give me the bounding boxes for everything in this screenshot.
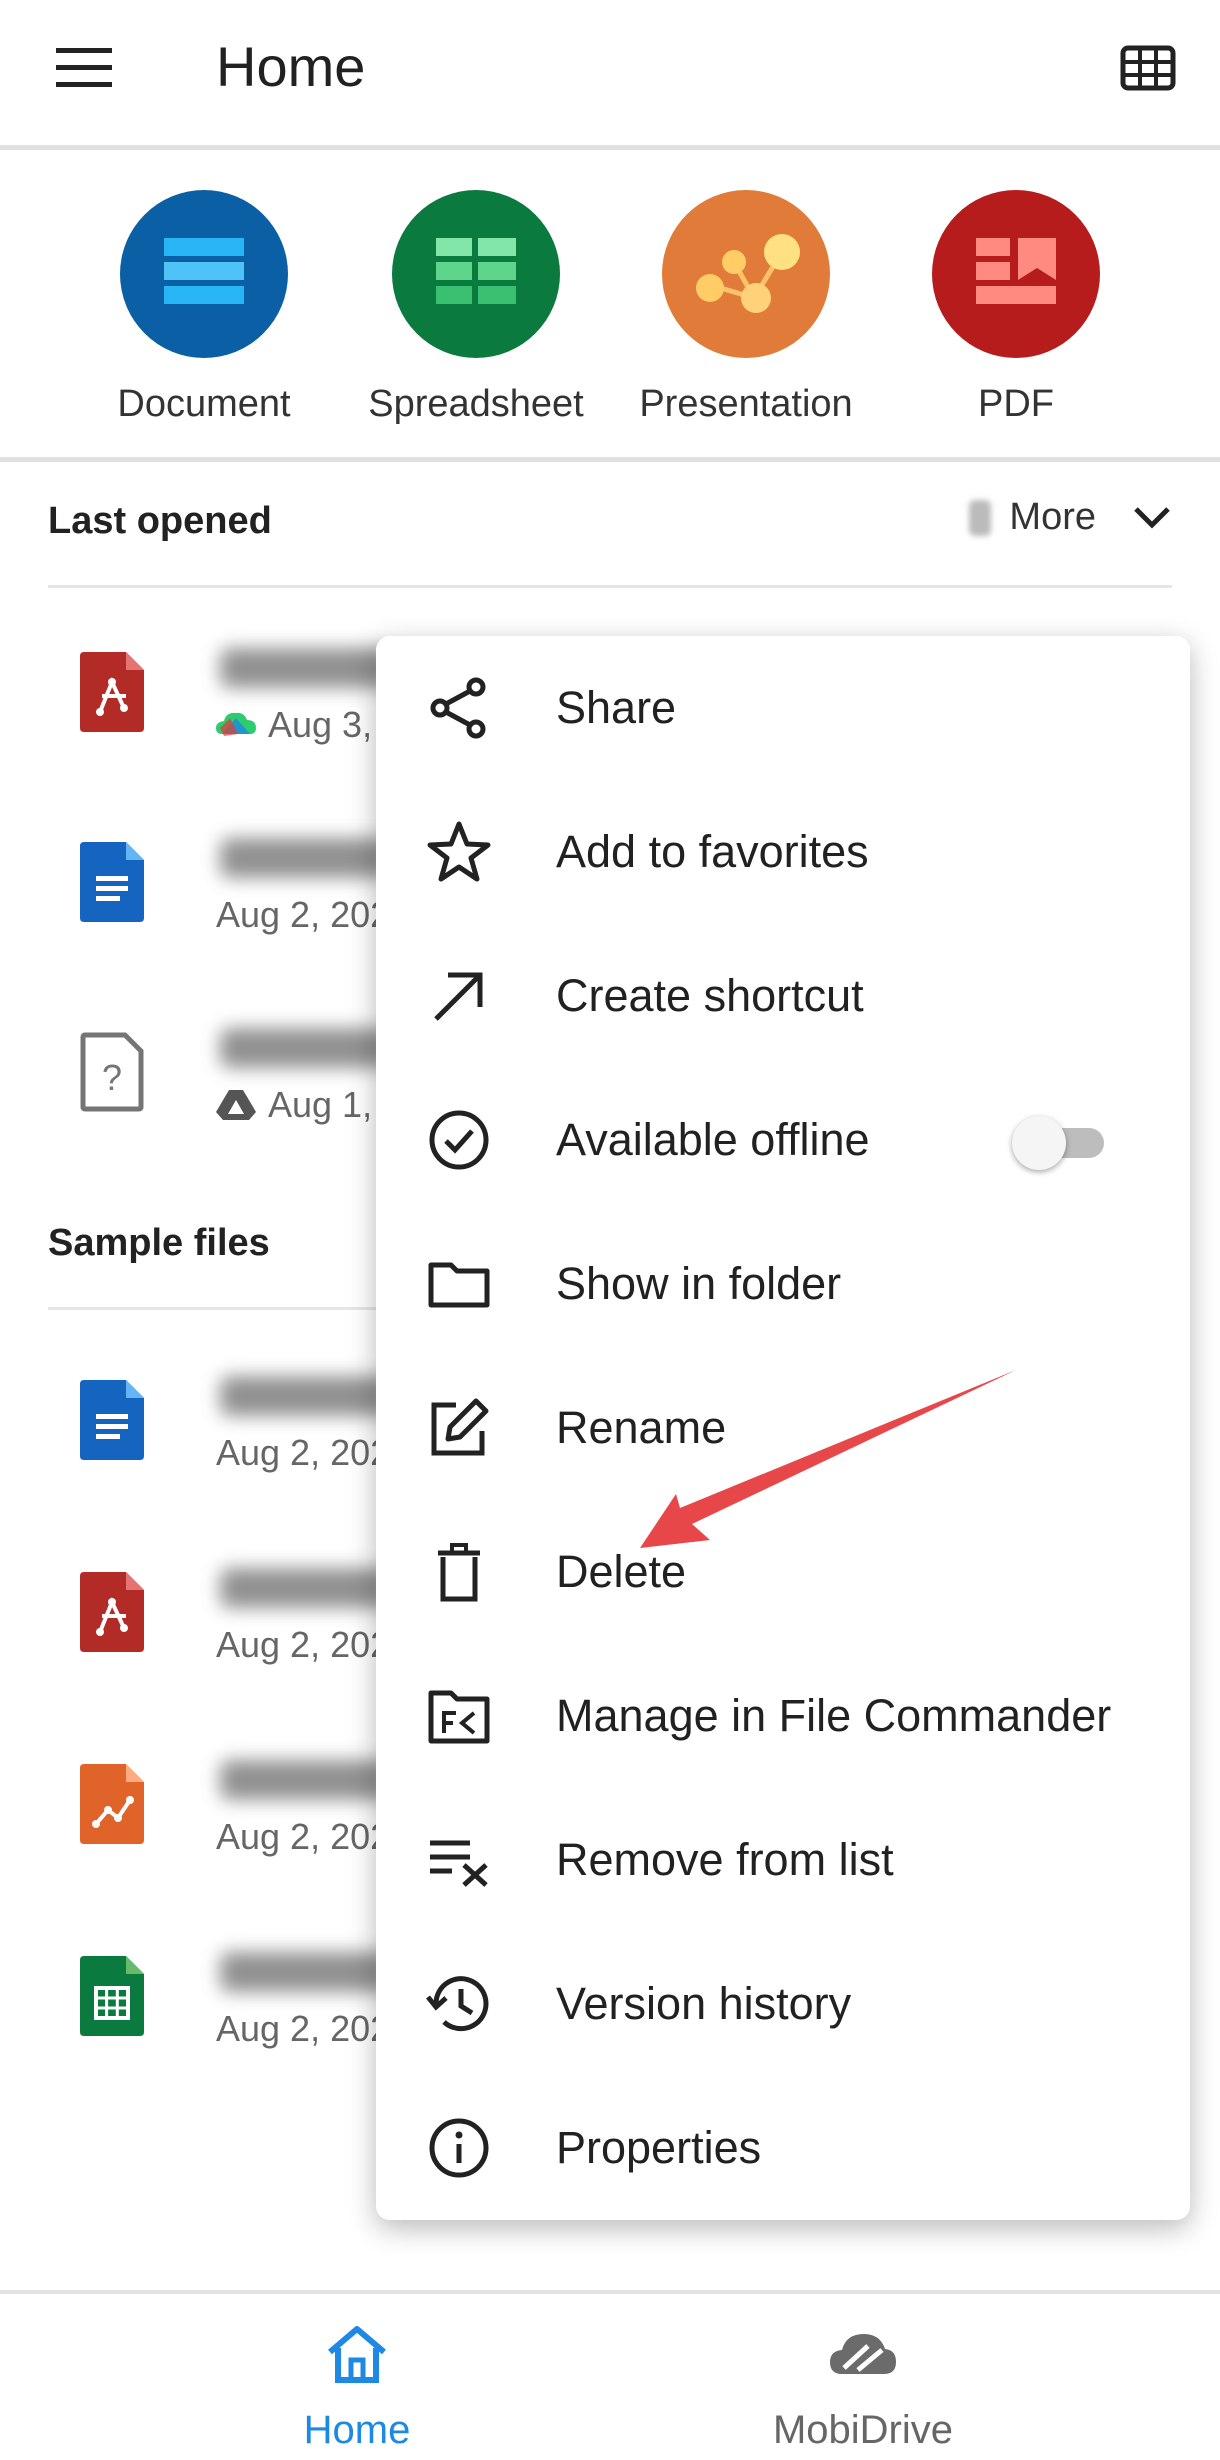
mobidrive-cloud-icon — [830, 2334, 896, 2374]
menu-item-label: Delete — [556, 1546, 687, 1597]
file-date: Aug 2, 202 — [216, 1432, 391, 1473]
sample-files-title: Sample files — [48, 1222, 270, 1264]
edit-icon — [431, 1398, 489, 1456]
file-meta: Aug 2, 202 — [216, 1432, 390, 1474]
pdf-file-icon — [80, 652, 144, 732]
file-name-blurred — [220, 1568, 390, 1608]
toggle-thumb — [1012, 1116, 1066, 1170]
hamburger-menu-icon[interactable] — [52, 44, 116, 92]
last-opened-title: Last opened — [48, 500, 272, 542]
menu-item-label: Add to favorites — [556, 826, 869, 877]
chevron-down-icon — [1134, 506, 1170, 529]
home-icon — [328, 2326, 386, 2383]
menu-item-version-history[interactable]: Version history — [376, 1932, 1190, 2076]
menu-item-add-to-favorites[interactable]: Add to favorites — [376, 780, 1190, 924]
create-presentation-button[interactable]: Presentation — [626, 190, 866, 426]
file-meta: Aug 1, — [216, 1084, 372, 1126]
create-new-row: Document Spreadsheet Presentation PDF — [0, 150, 1220, 462]
file-meta: Aug 2, 202 — [216, 2008, 390, 2050]
pdf-file-icon — [80, 1572, 144, 1652]
file-date: Aug 2, 202 — [216, 2008, 391, 2049]
menu-item-label: Create shortcut — [556, 970, 864, 1021]
file-date: Aug 3, — [268, 704, 373, 745]
menu-item-label: Properties — [556, 2122, 762, 2173]
file-name-blurred — [220, 1028, 390, 1068]
folder-icon — [428, 1262, 490, 1308]
file-date: Aug 2, 202 — [216, 1816, 391, 1857]
file-name-blurred — [220, 1952, 390, 1992]
menu-item-label: Version history — [556, 1978, 852, 2029]
spreadsheet-file-icon — [80, 1956, 144, 2036]
file-meta: Aug 2, 202 — [216, 1816, 390, 1858]
create-pdf-label: PDF — [978, 383, 1054, 425]
document-file-icon — [80, 842, 144, 922]
file-commander-icon — [428, 1690, 490, 1744]
menu-item-label: Available offline — [556, 1114, 870, 1165]
menu-item-remove-from-list[interactable]: Remove from list — [376, 1788, 1190, 1932]
file-name-blurred — [220, 648, 390, 688]
create-presentation-label: Presentation — [639, 383, 853, 425]
create-spreadsheet-label: Spreadsheet — [368, 383, 584, 425]
create-spreadsheet-button[interactable]: Spreadsheet — [356, 190, 596, 426]
star-icon — [427, 821, 491, 882]
grid-view-icon[interactable] — [1120, 44, 1176, 92]
menu-item-available-offline[interactable]: Available offline — [376, 1068, 1190, 1212]
onedrive-cloud-icon — [216, 712, 256, 736]
page-title: Home — [216, 35, 366, 98]
menu-item-create-shortcut[interactable]: Create shortcut — [376, 924, 1190, 1068]
check-circle-icon — [429, 1110, 489, 1170]
file-date: Aug 2, 202 — [216, 894, 391, 935]
arrow-up-right-icon — [434, 972, 483, 1021]
file-name-blurred — [220, 1376, 390, 1416]
more-label: More — [1009, 496, 1096, 538]
document-icon — [120, 190, 288, 358]
svg-text:?: ? — [102, 1057, 122, 1098]
last-opened-header: Last opened More — [48, 468, 1172, 588]
more-blur-badge — [969, 499, 992, 536]
file-name-blurred — [220, 1760, 390, 1800]
presentation-file-icon — [80, 1764, 144, 1844]
spreadsheet-icon — [392, 190, 560, 358]
menu-item-label: Manage in File Commander — [556, 1690, 1112, 1741]
create-pdf-button[interactable]: PDF — [896, 190, 1136, 426]
menu-item-manage-in-file-commander[interactable]: Manage in File Commander — [376, 1644, 1190, 1788]
pdf-icon — [932, 190, 1100, 358]
file-meta: Aug 3, — [216, 704, 372, 746]
file-meta: Aug 2, 202 — [216, 1624, 390, 1666]
nav-mobidrive[interactable]: MobiDrive — [558, 2294, 1168, 2460]
document-file-icon — [80, 1380, 144, 1460]
more-button[interactable]: More — [969, 496, 1172, 539]
app-bar: Home — [0, 0, 1220, 150]
history-icon — [426, 1976, 489, 2032]
menu-item-label: Rename — [556, 1402, 727, 1453]
menu-item-label: Share — [556, 682, 677, 733]
menu-item-properties[interactable]: Properties — [376, 2076, 1190, 2220]
nav-mobidrive-label: MobiDrive — [772, 2408, 954, 2452]
file-date: Aug 2, 202 — [216, 1624, 391, 1665]
offline-toggle[interactable] — [1012, 1116, 1108, 1170]
menu-item-share[interactable]: Share — [376, 636, 1190, 780]
menu-item-rename[interactable]: Rename — [376, 1356, 1190, 1500]
unknown-file-icon: ? — [80, 1032, 144, 1112]
create-document-button[interactable]: Document — [84, 190, 324, 426]
menu-item-label: Remove from list — [556, 1834, 894, 1885]
presentation-icon — [662, 190, 830, 358]
google-drive-icon — [216, 1090, 256, 1120]
remove-list-icon — [430, 1840, 488, 1887]
trash-icon — [438, 1543, 480, 1602]
menu-item-show-in-folder[interactable]: Show in folder — [376, 1212, 1190, 1356]
info-icon — [429, 2118, 489, 2178]
file-meta: Aug 2, 202 — [216, 894, 390, 936]
context-menu: Share Add to favorites Create shortcut A… — [376, 636, 1190, 2220]
share-icon — [430, 677, 486, 739]
menu-item-label: Show in folder — [556, 1258, 842, 1309]
file-date: Aug 1, — [268, 1084, 373, 1125]
create-document-label: Document — [117, 383, 291, 425]
menu-item-delete[interactable]: Delete — [376, 1500, 1190, 1644]
file-name-blurred — [220, 838, 390, 878]
bottom-navigation: Home MobiDrive — [0, 2290, 1220, 2460]
